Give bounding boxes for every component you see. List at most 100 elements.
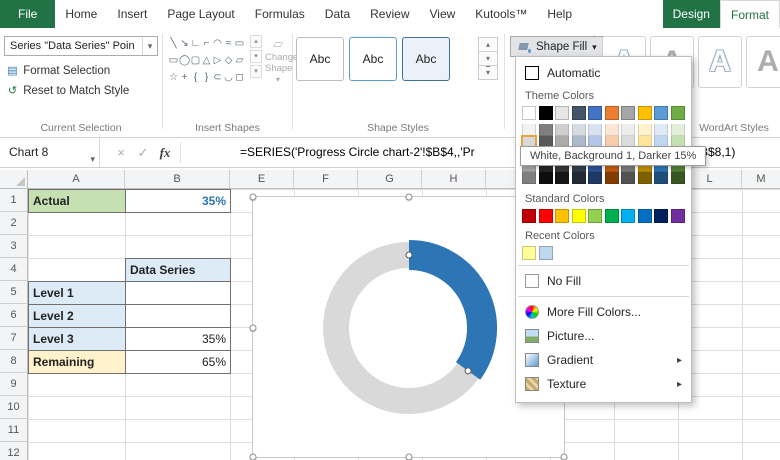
name-box[interactable]: Chart 8: [0, 138, 100, 167]
tab-file[interactable]: File: [0, 0, 56, 28]
tab-home[interactable]: Home: [55, 0, 107, 28]
insert-function-button[interactable]: fx: [156, 138, 174, 167]
tab-pagelayout[interactable]: Page Layout: [157, 0, 244, 28]
color-swatch[interactable]: [571, 172, 586, 184]
formula-text[interactable]: =SERIES('Progress Circle chart-2'!$B$4,,…: [240, 138, 475, 167]
scroll-up-icon[interactable]: [250, 35, 262, 48]
chart-selection-handle[interactable]: [405, 453, 413, 460]
color-swatch[interactable]: [571, 124, 586, 136]
color-swatch[interactable]: [604, 209, 619, 223]
row-header-1[interactable]: 1: [0, 189, 28, 212]
cell-A8[interactable]: Remaining: [28, 350, 126, 374]
row-header-5[interactable]: 5: [0, 281, 28, 304]
color-swatch[interactable]: [522, 172, 536, 184]
color-swatch[interactable]: [670, 106, 685, 120]
color-swatch[interactable]: [538, 106, 553, 120]
shape-icon[interactable]: }: [201, 69, 212, 86]
color-swatch[interactable]: [555, 124, 569, 136]
column-header-E[interactable]: E: [230, 170, 294, 189]
shape-icon[interactable]: ▢: [190, 52, 201, 69]
shape-icon[interactable]: {: [190, 69, 201, 86]
chart-selection-handle[interactable]: [405, 193, 413, 201]
tab-kutools[interactable]: Kutools™: [465, 0, 537, 28]
menu-item-picture[interactable]: Picture...: [516, 324, 691, 348]
color-swatch[interactable]: [604, 106, 619, 120]
shape-icon[interactable]: ▭: [168, 52, 179, 69]
tab-design[interactable]: Design: [662, 0, 720, 28]
color-swatch[interactable]: [670, 124, 685, 136]
shape-icon[interactable]: ▭: [234, 35, 245, 52]
color-swatch[interactable]: [654, 172, 668, 184]
menu-item-automatic[interactable]: Automatic: [516, 61, 691, 85]
color-swatch[interactable]: [670, 172, 685, 184]
select-all-corner[interactable]: [0, 170, 28, 189]
menu-item-no-fill[interactable]: No Fill: [516, 269, 691, 293]
color-swatch[interactable]: [621, 172, 635, 184]
color-swatch[interactable]: [637, 209, 652, 223]
format-selection-button[interactable]: Format Selection: [5, 62, 110, 80]
color-swatch[interactable]: [637, 106, 652, 120]
row-header-2[interactable]: 2: [0, 212, 28, 235]
color-swatch[interactable]: [621, 106, 635, 120]
color-swatch[interactable]: [555, 172, 569, 184]
shape-style-preview-2[interactable]: Abc: [349, 37, 397, 81]
row-header-7[interactable]: 7: [0, 327, 28, 350]
chart-selection-handle[interactable]: [560, 453, 568, 460]
wordart-preview-3[interactable]: A: [698, 36, 742, 88]
chevron-down-icon[interactable]: [90, 144, 95, 173]
row-header-8[interactable]: 8: [0, 350, 28, 373]
insert-shapes-scrollbar[interactable]: [250, 35, 262, 80]
color-swatch[interactable]: [538, 172, 553, 184]
donut-progress-arc[interactable]: [408, 240, 497, 380]
color-swatch[interactable]: [571, 106, 586, 120]
color-swatch[interactable]: [522, 124, 536, 136]
color-swatch[interactable]: [654, 124, 668, 136]
shape-icon[interactable]: ◠: [212, 35, 223, 52]
shape-icon[interactable]: ⌐: [201, 35, 212, 52]
cell-A7[interactable]: Level 3: [28, 327, 126, 351]
color-swatch[interactable]: [588, 106, 602, 120]
color-swatch[interactable]: [654, 209, 668, 223]
shape-style-preview-1[interactable]: Abc: [296, 37, 344, 81]
shape-icon[interactable]: ∟: [190, 35, 201, 52]
scroll-more-icon[interactable]: [250, 65, 262, 78]
cell-B4[interactable]: Data Series: [125, 258, 231, 282]
row-header-9[interactable]: 9: [0, 373, 28, 396]
shape-style-scrollbar[interactable]: [478, 37, 498, 80]
chart-selection-handle[interactable]: [249, 324, 257, 332]
tab-formulas[interactable]: Formulas: [245, 0, 315, 28]
color-swatch[interactable]: [654, 106, 668, 120]
tab-help[interactable]: Help: [537, 0, 582, 28]
menu-item-texture[interactable]: Texture: [516, 372, 691, 396]
cell-B1[interactable]: 35%: [125, 189, 231, 213]
tab-insert[interactable]: Insert: [107, 0, 157, 28]
tab-data[interactable]: Data: [315, 0, 360, 28]
cell-B5[interactable]: [125, 281, 231, 305]
tab-review[interactable]: Review: [360, 0, 419, 28]
shape-icon[interactable]: ↘: [179, 35, 190, 52]
color-swatch[interactable]: [604, 124, 619, 136]
column-header-M[interactable]: M: [742, 170, 780, 189]
reset-to-match-style-button[interactable]: Reset to Match Style: [5, 82, 129, 100]
color-swatch[interactable]: [604, 172, 619, 184]
shape-fill-button[interactable]: Shape Fill: [510, 36, 605, 57]
cell-B6[interactable]: [125, 304, 231, 328]
cell-B8[interactable]: 65%: [125, 350, 231, 374]
chart-element-selector[interactable]: Series "Data Series" Poin: [4, 36, 158, 56]
menu-item-gradient[interactable]: Gradient: [516, 348, 691, 372]
color-swatch[interactable]: [555, 106, 569, 120]
color-swatch[interactable]: [670, 209, 685, 223]
column-header-A[interactable]: A: [28, 170, 125, 189]
column-header-H[interactable]: H: [422, 170, 486, 189]
color-swatch[interactable]: [637, 172, 652, 184]
wordart-preview-4[interactable]: A: [746, 36, 780, 88]
column-header-G[interactable]: G: [358, 170, 422, 189]
shape-style-preview-3[interactable]: Abc: [402, 37, 450, 81]
row-header-12[interactable]: 12: [0, 442, 28, 460]
color-swatch[interactable]: [555, 209, 569, 223]
column-header-F[interactable]: F: [294, 170, 358, 189]
chevron-down-icon[interactable]: [142, 37, 157, 55]
row-header-11[interactable]: 11: [0, 419, 28, 442]
chart-selection-handle[interactable]: [249, 193, 257, 201]
scroll-up-icon[interactable]: [478, 37, 498, 52]
